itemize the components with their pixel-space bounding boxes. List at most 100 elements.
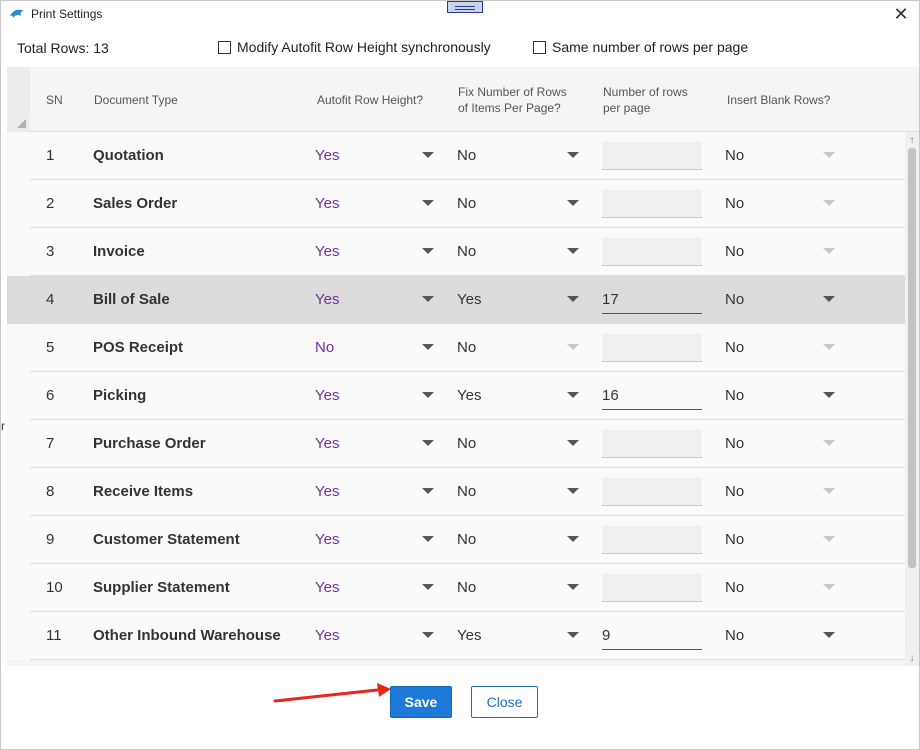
insert-blank-select-value: No bbox=[725, 243, 745, 260]
autofit-dropdown-icon[interactable] bbox=[422, 632, 434, 638]
close-button[interactable]: Close bbox=[471, 686, 538, 718]
row-gutter[interactable] bbox=[7, 228, 30, 276]
insert-blank-select-value[interactable]: No bbox=[725, 612, 744, 660]
fix-number-dropdown-icon[interactable] bbox=[567, 152, 579, 158]
table-row[interactable]: 1 Quotation Yes No No bbox=[7, 132, 905, 180]
autofit-dropdown-icon[interactable] bbox=[422, 584, 434, 590]
table-row[interactable]: 5 POS Receipt No No No bbox=[7, 324, 905, 372]
insert-blank-dropdown-icon[interactable] bbox=[823, 296, 835, 302]
fix-number-select-value[interactable]: No bbox=[457, 420, 476, 468]
autofit-select-value[interactable]: Yes bbox=[315, 228, 339, 276]
select-all-corner[interactable] bbox=[7, 67, 30, 132]
vertical-scrollbar[interactable]: ↑ ↓ bbox=[905, 132, 919, 666]
fix-number-select-value[interactable]: No bbox=[457, 516, 476, 564]
fix-number-dropdown-icon[interactable] bbox=[567, 392, 579, 398]
scroll-down-arrow-icon[interactable]: ↓ bbox=[905, 652, 919, 666]
autofit-dropdown-icon[interactable] bbox=[422, 344, 434, 350]
table-row[interactable]: 10 Supplier Statement Yes No No bbox=[7, 564, 905, 612]
row-gutter[interactable] bbox=[7, 612, 30, 660]
row-sn: 6 bbox=[46, 387, 55, 404]
row-gutter[interactable] bbox=[7, 276, 30, 324]
row-sn: 3 bbox=[46, 243, 55, 260]
autofit-dropdown-icon[interactable] bbox=[422, 296, 434, 302]
fix-number-dropdown-icon[interactable] bbox=[567, 632, 579, 638]
table-row[interactable]: 11 Other Inbound Warehouse Yes Yes 9 No bbox=[7, 612, 905, 660]
autofit-dropdown-icon[interactable] bbox=[422, 248, 434, 254]
save-button[interactable]: Save bbox=[390, 686, 452, 718]
insert-blank-select-value[interactable]: No bbox=[725, 276, 744, 324]
fix-number-select-value[interactable]: No bbox=[457, 228, 476, 276]
autofit-select-value[interactable]: Yes bbox=[315, 276, 339, 324]
same-rows-checkbox[interactable]: Same number of rows per page bbox=[533, 39, 748, 55]
fix-number-select-value[interactable]: No bbox=[457, 180, 476, 228]
insert-blank-dropdown-icon bbox=[823, 488, 835, 494]
rows-per-page-input[interactable]: 9 bbox=[602, 622, 702, 650]
scroll-thumb[interactable] bbox=[908, 148, 916, 568]
checkbox-box[interactable] bbox=[533, 40, 546, 54]
table-row[interactable]: 7 Purchase Order Yes No No bbox=[7, 420, 905, 468]
row-gutter[interactable] bbox=[7, 516, 30, 564]
row-gutter[interactable] bbox=[7, 372, 30, 420]
drag-handle[interactable] bbox=[447, 1, 483, 13]
fix-number-dropdown-icon[interactable] bbox=[567, 488, 579, 494]
insert-blank-dropdown-icon bbox=[823, 152, 835, 158]
insert-blank-dropdown-icon[interactable] bbox=[823, 392, 835, 398]
close-icon[interactable]: ✕ bbox=[891, 4, 911, 24]
header-rows-per-page-line2: per page bbox=[603, 101, 651, 115]
fix-number-select-value[interactable]: No bbox=[457, 564, 476, 612]
fix-number-dropdown-icon[interactable] bbox=[567, 584, 579, 590]
rows-per-page-input bbox=[602, 526, 702, 554]
row-gutter[interactable] bbox=[7, 468, 30, 516]
row-document-type: Purchase Order bbox=[93, 435, 206, 452]
rows-per-page-input[interactable]: 17 bbox=[602, 286, 702, 314]
fix-number-dropdown-icon[interactable] bbox=[567, 296, 579, 302]
autofit-select-value[interactable]: Yes bbox=[315, 420, 339, 468]
table-row[interactable]: 4 Bill of Sale Yes Yes 17 No bbox=[7, 276, 905, 324]
autofit-dropdown-icon[interactable] bbox=[422, 440, 434, 446]
insert-blank-dropdown-icon[interactable] bbox=[823, 632, 835, 638]
fix-number-dropdown-icon[interactable] bbox=[567, 440, 579, 446]
modify-autofit-checkbox[interactable]: Modify Autofit Row Height synchronously bbox=[218, 39, 491, 55]
fix-number-select-value[interactable]: Yes bbox=[457, 372, 481, 420]
row-gutter[interactable] bbox=[7, 132, 30, 180]
autofit-select-value[interactable]: Yes bbox=[315, 132, 339, 180]
fix-number-select-value[interactable]: No bbox=[457, 468, 476, 516]
fix-number-dropdown-icon[interactable] bbox=[567, 536, 579, 542]
row-gutter[interactable] bbox=[7, 564, 30, 612]
fix-number-dropdown-icon[interactable] bbox=[567, 200, 579, 206]
scroll-up-arrow-icon[interactable]: ↑ bbox=[905, 134, 919, 148]
insert-blank-select-value: No bbox=[725, 531, 745, 548]
insert-blank-select-value[interactable]: No bbox=[725, 372, 744, 420]
autofit-select-value[interactable]: Yes bbox=[315, 468, 339, 516]
fix-number-select-value[interactable]: Yes bbox=[457, 612, 481, 660]
fix-number-dropdown-icon[interactable] bbox=[567, 248, 579, 254]
autofit-dropdown-icon[interactable] bbox=[422, 152, 434, 158]
row-document-type: Supplier Statement bbox=[93, 579, 230, 596]
autofit-select-value[interactable]: Yes bbox=[315, 516, 339, 564]
autofit-dropdown-icon[interactable] bbox=[422, 200, 434, 206]
table-row[interactable]: 6 Picking Yes Yes 16 No bbox=[7, 372, 905, 420]
edge-artifact: r bbox=[1, 419, 5, 433]
autofit-select-value[interactable]: Yes bbox=[315, 612, 339, 660]
rows-per-page-input[interactable]: 16 bbox=[602, 382, 702, 410]
table-row[interactable]: 2 Sales Order Yes No No bbox=[7, 180, 905, 228]
autofit-dropdown-icon[interactable] bbox=[422, 536, 434, 542]
fix-number-select-value[interactable]: No bbox=[457, 132, 476, 180]
table-row[interactable]: 9 Customer Statement Yes No No bbox=[7, 516, 905, 564]
row-document-type: POS Receipt bbox=[93, 339, 184, 356]
checkbox-box[interactable] bbox=[218, 40, 231, 54]
table-row[interactable]: 3 Invoice Yes No No bbox=[7, 228, 905, 276]
row-gutter[interactable] bbox=[7, 324, 30, 372]
row-gutter[interactable] bbox=[7, 420, 30, 468]
row-gutter[interactable] bbox=[7, 180, 30, 228]
autofit-dropdown-icon[interactable] bbox=[422, 392, 434, 398]
autofit-select-value[interactable]: Yes bbox=[315, 564, 339, 612]
autofit-dropdown-icon[interactable] bbox=[422, 488, 434, 494]
row-sn: 1 bbox=[46, 147, 55, 164]
autofit-select-value[interactable]: No bbox=[315, 324, 334, 372]
autofit-select-value[interactable]: Yes bbox=[315, 372, 339, 420]
rows-per-page-value: 9 bbox=[602, 627, 611, 644]
autofit-select-value[interactable]: Yes bbox=[315, 180, 339, 228]
table-row[interactable]: 8 Receive Items Yes No No bbox=[7, 468, 905, 516]
fix-number-select-value[interactable]: Yes bbox=[457, 276, 481, 324]
